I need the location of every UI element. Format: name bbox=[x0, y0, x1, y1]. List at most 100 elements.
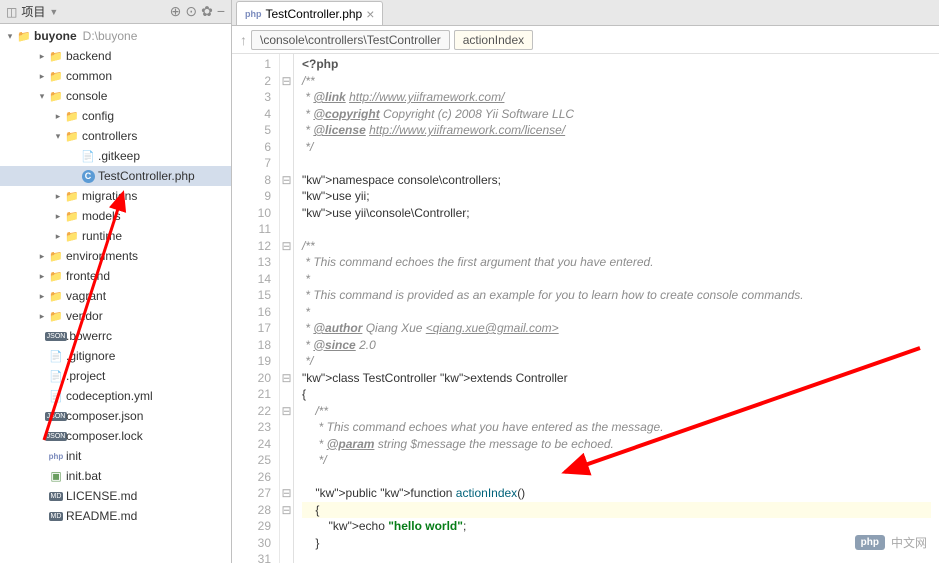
tree-item-runtime[interactable]: ▸📁runtime bbox=[0, 226, 231, 246]
folder-icon: 📁 bbox=[48, 48, 64, 64]
tree-label: migrations bbox=[82, 189, 137, 203]
expand-icon[interactable]: ▸ bbox=[36, 271, 48, 282]
tree-label: init bbox=[66, 449, 81, 463]
tree-item-composer-json[interactable]: JSONcomposer.json bbox=[0, 406, 231, 426]
tree-label: composer.json bbox=[66, 409, 143, 423]
expand-icon[interactable]: ▸ bbox=[52, 231, 64, 242]
tree-item-migrations[interactable]: ▸📁migrations bbox=[0, 186, 231, 206]
tree-item-codeception-yml[interactable]: 📄codeception.yml bbox=[0, 386, 231, 406]
tree-item-composer-lock[interactable]: JSONcomposer.lock bbox=[0, 426, 231, 446]
code-content[interactable]: <?php/** * @link http://www.yiiframework… bbox=[294, 54, 939, 563]
editor-tabs: php TestController.php × bbox=[232, 0, 939, 26]
folder-icon: 📁 bbox=[64, 228, 80, 244]
tree-item-vagrant[interactable]: ▸📁vagrant bbox=[0, 286, 231, 306]
expand-icon[interactable]: ▸ bbox=[52, 191, 64, 202]
tree-item-README-md[interactable]: MDREADME.md bbox=[0, 506, 231, 526]
expand-icon[interactable]: ▸ bbox=[36, 291, 48, 302]
code-editor[interactable]: 1234567891011121314151617181920212223242… bbox=[232, 54, 939, 563]
file-icon: ▣ bbox=[48, 468, 64, 484]
tree-item-config[interactable]: ▸📁config bbox=[0, 106, 231, 126]
tree-label: common bbox=[66, 69, 112, 83]
file-icon: php bbox=[48, 448, 64, 464]
tab-label: TestController.php bbox=[266, 7, 363, 21]
tree-item-init-bat[interactable]: ▣init.bat bbox=[0, 466, 231, 486]
project-name: buyone bbox=[34, 29, 77, 43]
tab-testcontroller[interactable]: php TestController.php × bbox=[236, 1, 383, 25]
project-view-icon: ◫ bbox=[6, 5, 17, 19]
tree-label: LICENSE.md bbox=[66, 489, 137, 503]
breadcrumb-up-icon[interactable]: ↑ bbox=[240, 32, 247, 48]
tree-item-vendor[interactable]: ▸📁vendor bbox=[0, 306, 231, 326]
expand-icon[interactable]: ▸ bbox=[52, 111, 64, 122]
folder-icon: 📁 bbox=[64, 108, 80, 124]
php-icon: php bbox=[245, 9, 262, 19]
tree-label: .gitkeep bbox=[98, 149, 140, 163]
tree-item--gitignore[interactable]: 📄.gitignore bbox=[0, 346, 231, 366]
tree-label: runtime bbox=[82, 229, 122, 243]
tree-label: .gitignore bbox=[66, 349, 115, 363]
tree-label: .bowerrc bbox=[66, 329, 112, 343]
tree-label: config bbox=[82, 109, 114, 123]
expand-icon[interactable]: ▸ bbox=[36, 71, 48, 82]
file-icon: JSON bbox=[48, 428, 64, 444]
sidebar-header: ◫ 项目 ▼ ⊕ ⊙ ✿ − bbox=[0, 0, 231, 24]
watermark-text: 中文网 bbox=[891, 534, 927, 551]
folder-icon: 📁 bbox=[48, 268, 64, 284]
tree-item-init[interactable]: phpinit bbox=[0, 446, 231, 466]
tree-item-backend[interactable]: ▸📁backend bbox=[0, 46, 231, 66]
tree-label: vagrant bbox=[66, 289, 106, 303]
close-icon[interactable]: × bbox=[366, 6, 374, 22]
folder-icon: 📁 bbox=[48, 248, 64, 264]
breadcrumb-path[interactable]: \console\controllers\TestController bbox=[251, 30, 450, 50]
tree-label: console bbox=[66, 89, 107, 103]
file-icon: 📄 bbox=[80, 148, 96, 164]
expand-icon[interactable]: ▸ bbox=[36, 311, 48, 322]
tree-item-frontend[interactable]: ▸📁frontend bbox=[0, 266, 231, 286]
file-icon: MD bbox=[48, 508, 64, 524]
tree-label: README.md bbox=[66, 509, 137, 523]
collapse-icon[interactable]: ⊕ bbox=[170, 3, 182, 20]
tree-item-TestController-php[interactable]: CTestController.php bbox=[0, 166, 231, 186]
dropdown-icon[interactable]: ▼ bbox=[49, 7, 58, 17]
file-icon: JSON bbox=[48, 328, 64, 344]
sidebar-actions: ⊕ ⊙ ✿ − bbox=[170, 3, 225, 20]
target-icon[interactable]: ⊙ bbox=[185, 3, 197, 20]
expand-icon[interactable]: ▸ bbox=[36, 251, 48, 262]
folder-icon: 📁 bbox=[64, 128, 80, 144]
file-icon: 📄 bbox=[48, 368, 64, 384]
tree-item--gitkeep[interactable]: 📄.gitkeep bbox=[0, 146, 231, 166]
tree-label: controllers bbox=[82, 129, 137, 143]
expand-icon[interactable]: ▸ bbox=[52, 211, 64, 222]
expand-icon[interactable]: ▾ bbox=[36, 91, 48, 102]
tree-label: environments bbox=[66, 249, 138, 263]
folder-icon: 📁 bbox=[48, 308, 64, 324]
file-icon: JSON bbox=[48, 408, 64, 424]
minimize-icon[interactable]: − bbox=[217, 3, 225, 20]
expand-icon[interactable]: ▸ bbox=[36, 51, 48, 62]
tree-item-models[interactable]: ▸📁models bbox=[0, 206, 231, 226]
tree-item-LICENSE-md[interactable]: MDLICENSE.md bbox=[0, 486, 231, 506]
watermark: php 中文网 bbox=[855, 534, 927, 551]
file-icon: 📄 bbox=[48, 348, 64, 364]
file-icon: MD bbox=[48, 488, 64, 504]
expand-icon[interactable]: ▾ bbox=[52, 131, 64, 142]
tree-item-common[interactable]: ▸📁common bbox=[0, 66, 231, 86]
folder-icon: 📁 bbox=[48, 88, 64, 104]
breadcrumb-method[interactable]: actionIndex bbox=[454, 30, 533, 50]
gear-icon[interactable]: ✿ bbox=[201, 3, 213, 20]
tree-item-controllers[interactable]: ▾📁controllers bbox=[0, 126, 231, 146]
tree-item-environments[interactable]: ▸📁environments bbox=[0, 246, 231, 266]
breadcrumb: ↑ \console\controllers\TestController ac… bbox=[232, 26, 939, 54]
project-sidebar: ◫ 项目 ▼ ⊕ ⊙ ✿ − ▾ 📁 buyone D:\buyone ▸📁ba… bbox=[0, 0, 232, 563]
expand-icon[interactable]: ▾ bbox=[4, 31, 16, 42]
sidebar-title: 项目 bbox=[21, 3, 45, 20]
tree-item--project[interactable]: 📄.project bbox=[0, 366, 231, 386]
project-tree: ▾ 📁 buyone D:\buyone ▸📁backend▸📁common▾📁… bbox=[0, 24, 231, 563]
project-root[interactable]: ▾ 📁 buyone D:\buyone bbox=[0, 26, 231, 46]
tree-item--bowerrc[interactable]: JSON.bowerrc bbox=[0, 326, 231, 346]
tree-label: codeception.yml bbox=[66, 389, 153, 403]
tree-label: backend bbox=[66, 49, 111, 63]
file-icon: 📄 bbox=[48, 388, 64, 404]
tree-item-console[interactable]: ▾📁console bbox=[0, 86, 231, 106]
editor-area: php TestController.php × ↑ \console\cont… bbox=[232, 0, 939, 563]
